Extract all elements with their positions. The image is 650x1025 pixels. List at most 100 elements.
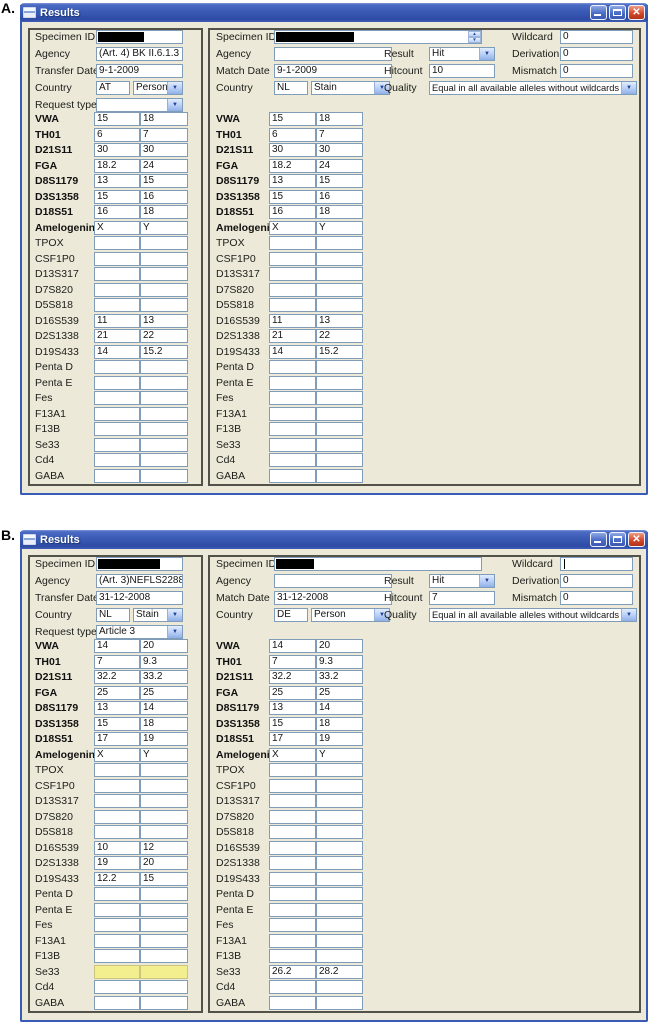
right-allele-field-d16s539-1[interactable]: 11: [269, 313, 316, 328]
right-allele-field-f13a1-1[interactable]: [269, 933, 316, 948]
right-allele-field-penta-e-2[interactable]: [316, 375, 363, 390]
right-allele-field-d8s1179-2[interactable]: 15: [316, 174, 363, 188]
right-allele-field-csf1p0-2[interactable]: [316, 251, 363, 266]
country-type-combo[interactable]: Stain ▼: [311, 81, 390, 95]
right-allele-field-d3s1358-1[interactable]: 15: [269, 716, 316, 731]
left-allele-field-d8s1179-1[interactable]: 13: [94, 174, 140, 188]
right-allele-field-gaba-2[interactable]: [316, 468, 363, 483]
right-allele-field-d19s433-1[interactable]: [269, 871, 316, 886]
left-allele-field-cd4-1[interactable]: [94, 453, 140, 467]
right-allele-field-penta-d-2[interactable]: [316, 360, 363, 374]
left-allele-field-th01-2[interactable]: 7: [140, 127, 188, 142]
left-allele-field-penta-e-1[interactable]: [94, 902, 140, 917]
left-allele-field-gaba-2[interactable]: [140, 468, 188, 483]
left-allele-field-d3s1358-2[interactable]: 16: [140, 189, 188, 204]
right-allele-field-d8s1179-2[interactable]: 14: [316, 701, 363, 715]
right-allele-field-d18s51-1[interactable]: 17: [269, 732, 316, 746]
left-allele-field-se33-2[interactable]: [140, 964, 188, 979]
request-type-combo[interactable]: ▼: [96, 98, 183, 112]
hitcount-field[interactable]: 10: [429, 64, 495, 78]
mismatch-field[interactable]: 0: [560, 64, 633, 78]
country-type-combo[interactable]: Stain ▼: [133, 608, 183, 622]
right-allele-field-fes-1[interactable]: [269, 918, 316, 932]
right-allele-field-d13s317-1[interactable]: [269, 267, 316, 281]
left-allele-field-d19s433-2[interactable]: 15.2: [140, 344, 188, 359]
request-type-combo[interactable]: Article 3 ▼: [96, 625, 183, 639]
left-allele-field-d16s539-2[interactable]: 13: [140, 313, 188, 328]
left-allele-field-csf1p0-1[interactable]: [94, 778, 140, 793]
right-allele-field-d7s820-1[interactable]: [269, 809, 316, 824]
left-allele-field-d8s1179-2[interactable]: 15: [140, 174, 188, 188]
left-allele-field-d18s51-1[interactable]: 16: [94, 205, 140, 219]
left-allele-field-gaba-2[interactable]: [140, 995, 188, 1010]
left-allele-field-penta-d-2[interactable]: [140, 360, 188, 374]
specimen-id-spinner[interactable]: ▲ ▼: [468, 31, 481, 43]
left-allele-field-d21s11-1[interactable]: 30: [94, 143, 140, 157]
left-allele-field-amelogenin-2[interactable]: Y: [140, 220, 188, 235]
left-allele-field-d5s818-2[interactable]: [140, 298, 188, 312]
maximize-button[interactable]: [609, 5, 626, 20]
left-allele-field-gaba-1[interactable]: [94, 995, 140, 1010]
left-allele-field-d21s11-1[interactable]: 32.2: [94, 670, 140, 684]
right-allele-field-f13b-1[interactable]: [269, 422, 316, 436]
right-allele-field-th01-1[interactable]: 6: [269, 127, 316, 142]
right-allele-field-tpox-2[interactable]: [316, 236, 363, 250]
right-allele-field-d21s11-1[interactable]: 32.2: [269, 670, 316, 684]
right-allele-field-vwa-1[interactable]: 15: [269, 112, 316, 126]
left-allele-field-f13a1-1[interactable]: [94, 933, 140, 948]
chevron-down-icon[interactable]: ▼: [167, 82, 182, 94]
right-allele-field-d18s51-2[interactable]: 19: [316, 732, 363, 746]
right-allele-field-fes-1[interactable]: [269, 391, 316, 405]
minimize-button[interactable]: [590, 532, 607, 547]
left-allele-field-f13a1-2[interactable]: [140, 933, 188, 948]
right-allele-field-d18s51-2[interactable]: 18: [316, 205, 363, 219]
left-allele-field-se33-2[interactable]: [140, 437, 188, 452]
chevron-down-icon[interactable]: ▼: [479, 575, 494, 587]
right-allele-field-fga-1[interactable]: 25: [269, 685, 316, 700]
left-allele-field-d19s433-1[interactable]: 14: [94, 344, 140, 359]
right-allele-field-penta-e-2[interactable]: [316, 902, 363, 917]
left-allele-field-d16s539-1[interactable]: 10: [94, 840, 140, 855]
close-button[interactable]: ✕: [628, 5, 645, 20]
left-allele-field-d16s539-2[interactable]: 12: [140, 840, 188, 855]
right-allele-field-d16s539-2[interactable]: [316, 840, 363, 855]
right-allele-field-d19s433-2[interactable]: 15.2: [316, 344, 363, 359]
left-allele-field-amelogenin-1[interactable]: X: [94, 747, 140, 762]
left-allele-field-vwa-1[interactable]: 15: [94, 112, 140, 126]
left-allele-field-d8s1179-1[interactable]: 13: [94, 701, 140, 715]
right-allele-field-d3s1358-1[interactable]: 15: [269, 189, 316, 204]
left-allele-field-cd4-2[interactable]: [140, 453, 188, 467]
transfer-date-field[interactable]: 31-12-2008: [96, 591, 183, 605]
left-allele-field-f13b-1[interactable]: [94, 422, 140, 436]
right-allele-field-fes-2[interactable]: [316, 918, 363, 932]
specimen-id-field[interactable]: [96, 30, 183, 44]
right-allele-field-d5s818-1[interactable]: [269, 825, 316, 839]
right-allele-field-d21s11-2[interactable]: 33.2: [316, 670, 363, 684]
left-allele-field-csf1p0-1[interactable]: [94, 251, 140, 266]
left-allele-field-th01-1[interactable]: 7: [94, 654, 140, 669]
chevron-down-icon[interactable]: ▼: [621, 82, 636, 94]
right-allele-field-d13s317-2[interactable]: [316, 794, 363, 808]
left-allele-field-cd4-2[interactable]: [140, 980, 188, 994]
spinner-down-icon[interactable]: ▼: [468, 37, 481, 43]
right-allele-field-d3s1358-2[interactable]: 16: [316, 189, 363, 204]
minimize-button[interactable]: [590, 5, 607, 20]
specimen-id-field[interactable]: [96, 557, 183, 571]
right-allele-field-f13a1-2[interactable]: [316, 933, 363, 948]
right-allele-field-tpox-2[interactable]: [316, 763, 363, 777]
left-allele-field-d7s820-2[interactable]: [140, 809, 188, 824]
right-allele-field-d2s1338-1[interactable]: [269, 856, 316, 870]
left-allele-field-d2s1338-1[interactable]: 21: [94, 329, 140, 343]
right-allele-field-vwa-2[interactable]: 20: [316, 639, 363, 653]
right-allele-field-d18s51-1[interactable]: 16: [269, 205, 316, 219]
right-allele-field-csf1p0-2[interactable]: [316, 778, 363, 793]
left-allele-field-th01-2[interactable]: 9.3: [140, 654, 188, 669]
right-allele-field-d3s1358-2[interactable]: 18: [316, 716, 363, 731]
right-allele-field-d19s433-2[interactable]: [316, 871, 363, 886]
right-allele-field-d21s11-2[interactable]: 30: [316, 143, 363, 157]
left-allele-field-f13b-2[interactable]: [140, 949, 188, 963]
wildcard-field[interactable]: 0: [560, 30, 633, 44]
right-allele-field-amelogenin-2[interactable]: Y: [316, 747, 363, 762]
transfer-date-field[interactable]: 9-1-2009: [96, 64, 183, 78]
left-allele-field-fes-2[interactable]: [140, 391, 188, 405]
